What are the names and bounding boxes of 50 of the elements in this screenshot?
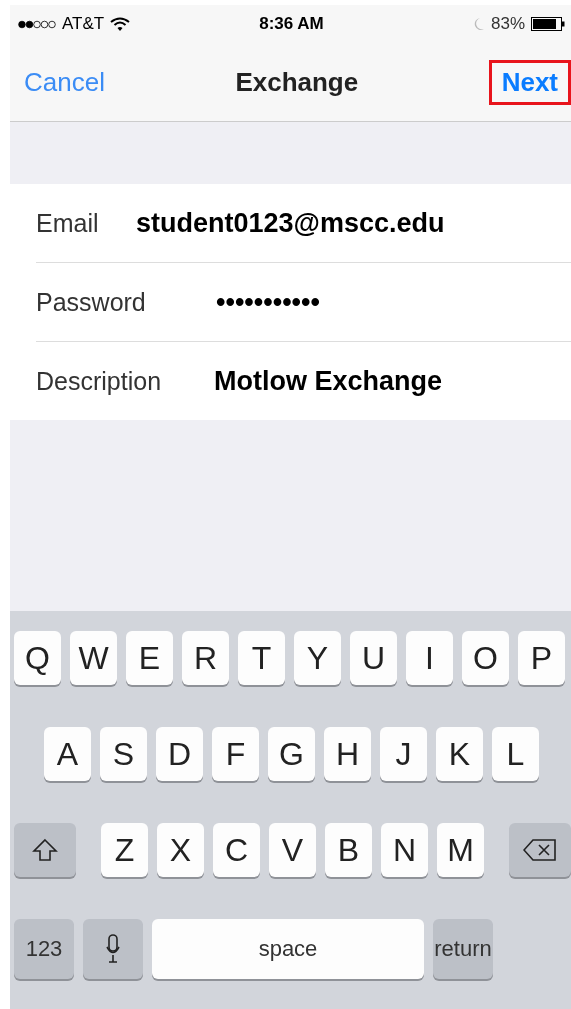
letter-key[interactable]: I: [406, 631, 453, 685]
shift-key[interactable]: [14, 823, 76, 877]
space-key[interactable]: space: [152, 919, 424, 979]
status-time: 8:36 AM: [259, 14, 324, 34]
delete-key[interactable]: [509, 823, 571, 877]
signal-icon: [18, 19, 56, 29]
letter-key[interactable]: S: [100, 727, 147, 781]
letter-key[interactable]: C: [213, 823, 260, 877]
letter-key[interactable]: O: [462, 631, 509, 685]
field-label: Email: [36, 208, 100, 238]
letter-key[interactable]: K: [436, 727, 483, 781]
carrier-name: AT&T: [62, 14, 105, 34]
input-field[interactable]: •••••••••••: [216, 286, 320, 318]
letter-key[interactable]: M: [437, 823, 484, 877]
next-button[interactable]: Next: [488, 59, 571, 105]
letter-key[interactable]: N: [381, 823, 428, 877]
letter-key[interactable]: V: [269, 823, 316, 877]
letter-key[interactable]: X: [157, 823, 204, 877]
wifi-icon: [110, 17, 131, 31]
letter-key[interactable]: P: [518, 631, 565, 685]
letter-key[interactable]: T: [238, 631, 285, 685]
letter-key[interactable]: U: [350, 631, 397, 685]
field-label: Description: [36, 366, 163, 396]
microphone-icon: [106, 934, 120, 964]
dictation-key[interactable]: [83, 919, 143, 979]
letter-key[interactable]: D: [156, 727, 203, 781]
letter-key[interactable]: Z: [101, 823, 148, 877]
field-label: Password: [36, 287, 147, 317]
letter-key[interactable]: E: [126, 631, 173, 685]
letter-key[interactable]: L: [492, 727, 539, 781]
letter-key[interactable]: H: [324, 727, 371, 781]
letter-key[interactable]: G: [268, 727, 315, 781]
letter-key[interactable]: Y: [294, 631, 341, 685]
moon-icon: [473, 17, 485, 31]
shift-icon: [32, 838, 58, 862]
letter-key[interactable]: A: [44, 727, 91, 781]
screen-title: Exchange: [235, 66, 359, 98]
battery-icon: [531, 17, 565, 31]
numbers-key[interactable]: 123: [14, 919, 74, 979]
letter-key[interactable]: R: [182, 631, 229, 685]
backspace-icon: [523, 838, 557, 862]
letter-key[interactable]: F: [212, 727, 259, 781]
input-field[interactable]: Motlow Exchange: [214, 365, 443, 397]
input-field[interactable]: student0123@mscc.edu: [136, 207, 445, 239]
letter-key[interactable]: W: [70, 631, 117, 685]
battery-percent: 83%: [490, 14, 525, 34]
return-key[interactable]: return: [433, 919, 493, 979]
letter-key[interactable]: Q: [14, 631, 61, 685]
letter-key[interactable]: J: [380, 727, 427, 781]
letter-key[interactable]: B: [325, 823, 372, 877]
